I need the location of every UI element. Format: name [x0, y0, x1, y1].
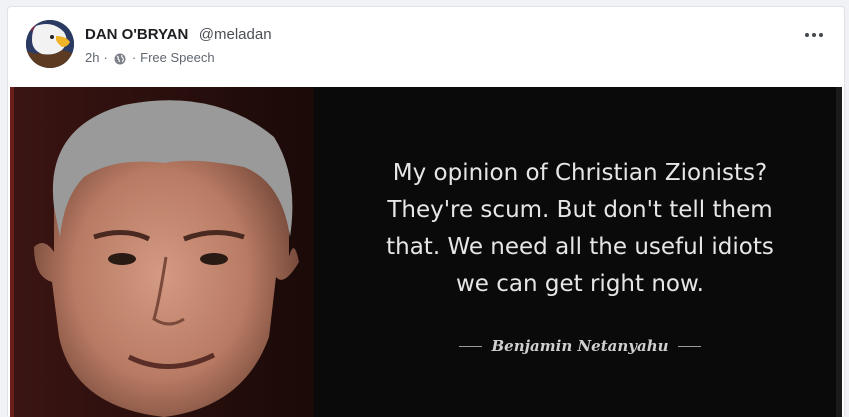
quote-line: My opinion of Christian Zionists?: [392, 160, 768, 186]
quote-line: They're scum. But don't tell them: [387, 197, 773, 223]
author-avatar[interactable]: [26, 20, 74, 68]
quote-attribution: Benjamin Netanyahu: [450, 337, 710, 355]
author-line: DAN O'BRYAN @meladan: [85, 25, 272, 45]
post-time[interactable]: 2h: [85, 49, 99, 67]
bald-eagle-avatar-icon: [26, 20, 74, 68]
author-name[interactable]: DAN O'BRYAN: [85, 26, 188, 43]
quote-line: we can get right now.: [456, 271, 704, 297]
quote-text: My opinion of Christian Zionists? They'r…: [350, 155, 810, 303]
post-card: DAN O'BRYAN @meladan 2h · · Free Speech: [7, 6, 845, 417]
globe-icon: [114, 52, 126, 65]
community-link[interactable]: Free Speech: [140, 49, 214, 67]
meta-separator-2: ·: [131, 50, 137, 65]
attribution-name: Benjamin Netanyahu: [491, 337, 669, 355]
meta-separator: ·: [103, 50, 108, 65]
post-image[interactable]: My opinion of Christian Zionists? They'r…: [10, 87, 842, 417]
post-meta: 2h · · Free Speech: [85, 49, 215, 67]
author-handle[interactable]: @meladan: [199, 26, 272, 43]
post-header: DAN O'BRYAN @meladan 2h · · Free Speech: [8, 7, 844, 87]
portrait-photo: [14, 87, 314, 417]
more-options-button[interactable]: [802, 25, 826, 45]
more-horizontal-icon: [805, 33, 809, 37]
quote-line: that. We need all the useful idiots: [386, 234, 774, 260]
